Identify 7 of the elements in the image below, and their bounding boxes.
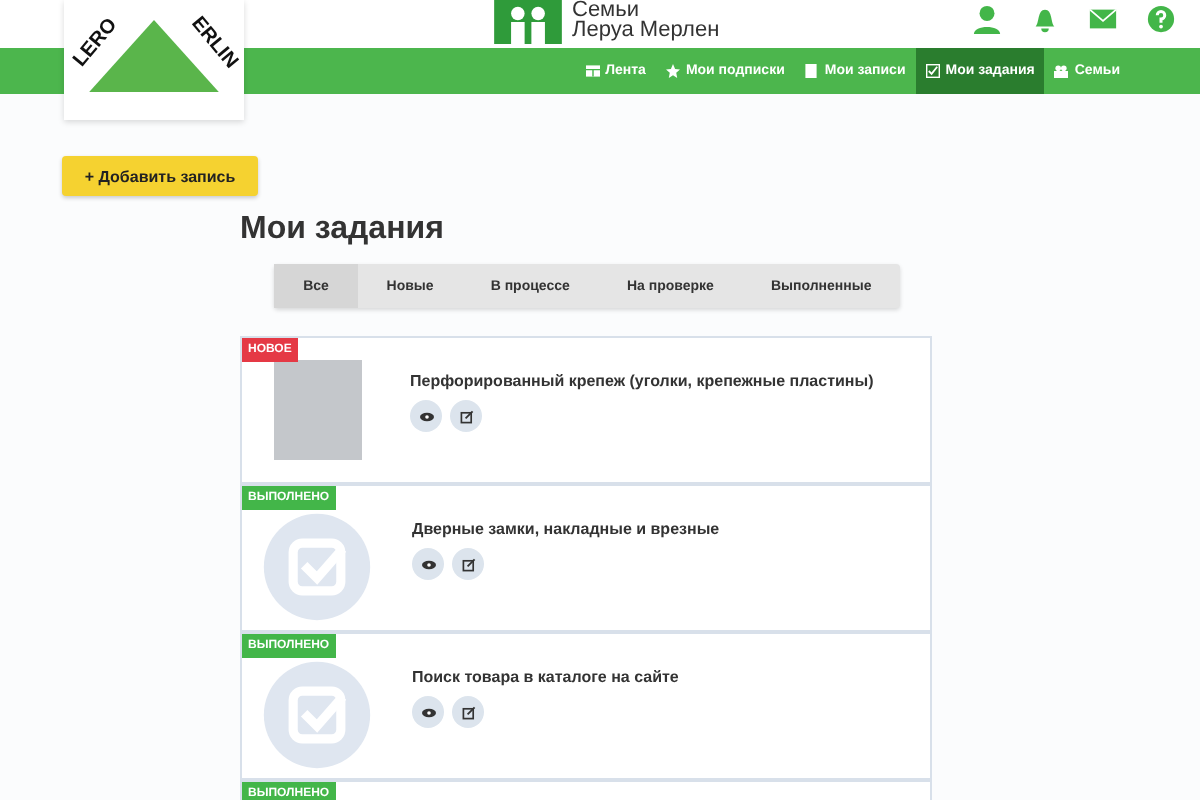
task-title: Дверные замки, накладные и врезные	[412, 520, 720, 538]
task-title: Поиск товара в каталоге на сайте	[412, 668, 679, 686]
page-title: Мои задания	[240, 212, 446, 248]
task-title: Перфорированный крепеж (уголки, крепежные пластины)	[410, 372, 874, 390]
add-entry-button[interactable]: + Добавить запись	[62, 156, 258, 196]
site-title: Леруа Мерлен	[572, 20, 720, 40]
site-title: Семьи	[572, 0, 641, 20]
